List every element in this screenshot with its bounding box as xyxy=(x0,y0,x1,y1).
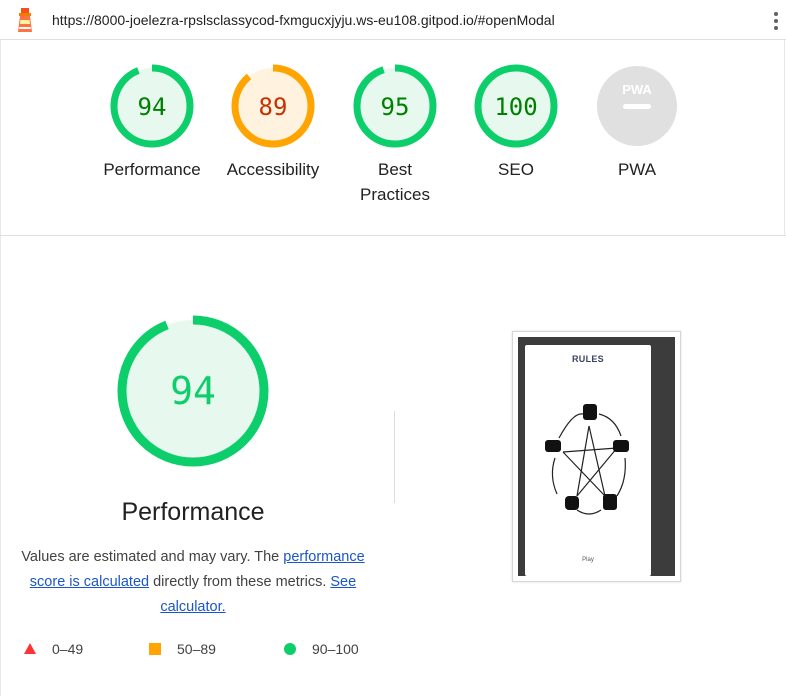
performance-description: Values are estimated and may vary. The p… xyxy=(12,545,374,620)
score-legend: 0–49 50–89 90–100 xyxy=(24,641,384,663)
description-text: Values are estimated and may vary. The xyxy=(21,549,284,565)
gauge-score: 100 xyxy=(494,93,537,121)
legend-range: 90–100 xyxy=(312,641,359,657)
legend-average: 50–89 xyxy=(149,641,216,657)
gauge-best-practices[interactable]: 95 Best Practices xyxy=(330,64,460,207)
legend-range: 0–49 xyxy=(52,641,84,657)
performance-section: 94 Performance Values are estimated and … xyxy=(0,236,786,696)
square-icon xyxy=(149,643,161,655)
report-topbar: https://8000-joelezra-rpslsclassycod-fxm… xyxy=(0,0,786,40)
score-ring: 95 xyxy=(353,64,437,148)
legend-pass: 90–100 xyxy=(284,641,359,657)
performance-score-ring: 94 xyxy=(117,315,269,467)
rules-modal: RULES Play xyxy=(525,345,651,576)
legend-fail: 0–49 xyxy=(24,641,83,657)
gauge-score: 89 xyxy=(259,93,288,121)
pwa-badge-text: PWA xyxy=(622,82,652,97)
gauge-score: 95 xyxy=(381,93,410,121)
score-ring: 100 xyxy=(474,64,558,148)
gauge-performance[interactable]: 94 Performance xyxy=(87,64,217,182)
gauge-score: 94 xyxy=(138,93,167,121)
section-divider xyxy=(394,411,395,503)
triangle-icon xyxy=(24,643,36,654)
category-gauges: 94 Performance 89 Accessibility 95 Best … xyxy=(0,41,786,236)
gauge-label: Accessibility xyxy=(226,160,320,179)
gauge-label: SEO xyxy=(498,160,534,179)
play-button: Play xyxy=(582,557,594,563)
performance-title: Performance xyxy=(121,498,265,526)
circle-icon xyxy=(284,643,296,655)
gauge-accessibility[interactable]: 89 Accessibility xyxy=(208,64,338,182)
gauge-seo[interactable]: 100 SEO xyxy=(451,64,581,182)
legend-range: 50–89 xyxy=(177,641,216,657)
pwa-badge-icon: PWA xyxy=(597,66,677,146)
rpsls-diagram-icon xyxy=(545,404,629,515)
performance-score: 94 xyxy=(170,369,216,413)
rules-title: RULES xyxy=(571,354,604,364)
gauge-pwa[interactable]: PWA PWA xyxy=(572,64,702,182)
report-url: https://8000-joelezra-rpslsclassycod-fxm… xyxy=(52,12,555,28)
lighthouse-logo-icon xyxy=(18,8,32,32)
more-options-icon[interactable] xyxy=(772,12,780,32)
screenshot-backdrop: RULES Play xyxy=(518,337,675,576)
final-screenshot[interactable]: RULES Play xyxy=(512,331,681,582)
gauge-label: Best Practices xyxy=(360,160,430,204)
gauge-label: PWA xyxy=(617,160,657,179)
description-text: directly from these metrics. xyxy=(149,574,331,590)
score-ring: 89 xyxy=(231,64,315,148)
score-ring: 94 xyxy=(110,64,194,148)
gauge-label: Performance xyxy=(103,160,201,179)
